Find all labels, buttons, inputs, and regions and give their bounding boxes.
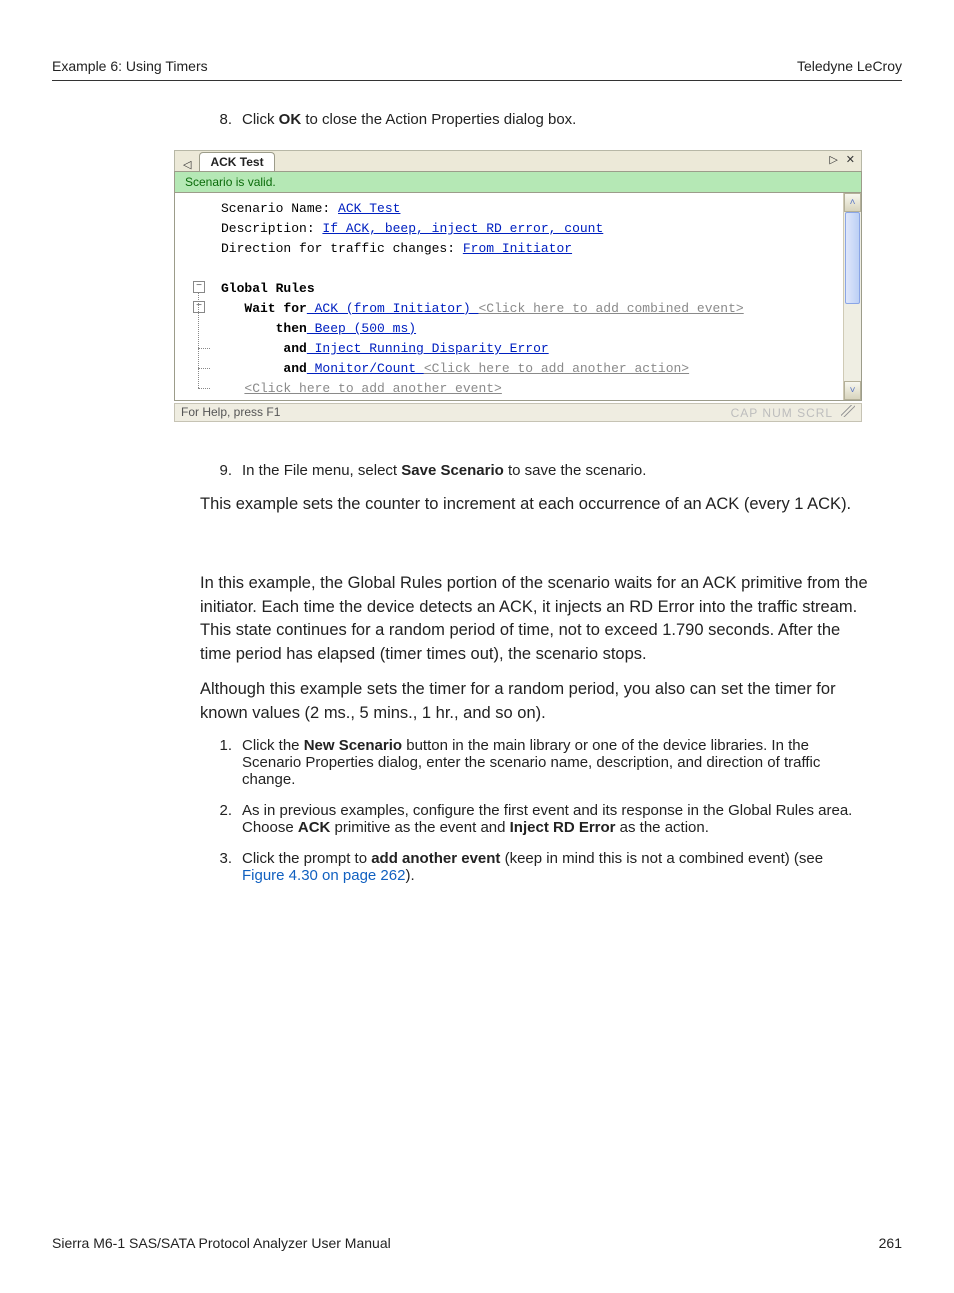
step-item: 3. Click the prompt to add another event… xyxy=(200,850,868,884)
tree-branch xyxy=(198,368,210,369)
app-status-bar: For Help, press F1 CAP NUM SCRL xyxy=(174,403,862,422)
step-text: Click the New Scenario button in the mai… xyxy=(242,737,868,788)
kw-and: and xyxy=(283,361,306,376)
add-another-event-hint[interactable]: <Click here to add another event> xyxy=(244,381,501,396)
scenario-name-link[interactable]: ACK Test xyxy=(338,201,400,216)
status-help-text: For Help, press F1 xyxy=(181,405,280,420)
action-inject-rd-link[interactable]: Inject Running Disparity Error xyxy=(307,341,549,356)
event-ack-link[interactable]: ACK (from Initiator) xyxy=(307,301,479,316)
scroll-up-icon[interactable]: ˄ xyxy=(844,193,861,212)
kw-wait-for: Wait for xyxy=(244,301,306,316)
section-global-rules: Global Rules xyxy=(221,281,315,296)
scenario-description-link[interactable]: If ACK, beep, inject RD error, count xyxy=(322,221,603,236)
fold-toggle-icon[interactable]: − xyxy=(193,281,205,293)
bold-text: OK xyxy=(279,111,302,128)
paragraph: In this example, the Global Rules portio… xyxy=(200,572,868,666)
paragraph: Although this example sets the timer for… xyxy=(200,678,868,725)
step-item: 9. In the File menu, select Save Scenari… xyxy=(200,462,868,479)
page-header: Example 6: Using Timers Teledyne LeCroy xyxy=(52,58,902,81)
kw-then: then xyxy=(276,321,307,336)
code-label: Description: xyxy=(221,221,322,236)
code-label: Direction for traffic changes: xyxy=(221,241,463,256)
step-item: 8. Click OK to close the Action Properti… xyxy=(200,111,868,128)
add-combined-event-hint[interactable]: <Click here to add combined event> xyxy=(478,301,743,316)
status-keylocks: CAP NUM SCRL xyxy=(731,405,855,420)
footer-right: 261 xyxy=(879,1235,902,1251)
step-text: In the File menu, select Save Scenario t… xyxy=(242,462,868,479)
scenario-code-area: − − Scenario Name: ACK Test Description:… xyxy=(174,193,862,401)
scroll-down-icon[interactable]: ˅ xyxy=(844,381,861,400)
panel-menu-icon[interactable]: ▷ xyxy=(829,153,837,166)
footer-left: Sierra M6-1 SAS/SATA Protocol Analyzer U… xyxy=(52,1235,391,1251)
add-another-action-hint[interactable]: <Click here to add another action> xyxy=(424,361,689,376)
vertical-scrollbar[interactable]: ˄ ˅ xyxy=(843,193,861,400)
tree-branch xyxy=(198,348,210,349)
tab-ack-test[interactable]: ACK Test xyxy=(199,152,274,171)
step-number: 2. xyxy=(200,802,242,836)
tab-scroll-left-icon[interactable]: ◁ xyxy=(179,158,195,171)
scenario-code[interactable]: Scenario Name: ACK Test Description: If … xyxy=(217,193,843,400)
header-left: Example 6: Using Timers xyxy=(52,58,208,74)
kw-and: and xyxy=(283,341,306,356)
scroll-thumb[interactable] xyxy=(845,212,860,304)
paragraph: This example sets the counter to increme… xyxy=(200,493,868,516)
text: to close the Action Properties dialog bo… xyxy=(301,111,576,128)
page-content: 8. Click OK to close the Action Properti… xyxy=(200,111,868,884)
step-number: 9. xyxy=(200,462,242,479)
tab-bar: ◁ ACK Test ▷ ✕ xyxy=(174,150,862,171)
step-text: Click the prompt to add another event (k… xyxy=(242,850,868,884)
fold-toggle-icon[interactable]: − xyxy=(193,301,205,313)
step-number: 1. xyxy=(200,737,242,788)
action-beep-link[interactable]: Beep (500 ms) xyxy=(307,321,416,336)
step-number: 8. xyxy=(200,111,242,128)
scenario-status-bar: Scenario is valid. xyxy=(174,171,862,193)
page-footer: Sierra M6-1 SAS/SATA Protocol Analyzer U… xyxy=(52,1235,902,1251)
step-item: 1. Click the New Scenario button in the … xyxy=(200,737,868,788)
panel-close-icon[interactable]: ✕ xyxy=(846,153,855,166)
tree-branch xyxy=(198,388,210,389)
step-item: 2. As in previous examples, configure th… xyxy=(200,802,868,836)
step-text: As in previous examples, configure the f… xyxy=(242,802,868,836)
header-right: Teledyne LeCroy xyxy=(797,58,902,74)
step-number: 3. xyxy=(200,850,242,884)
action-monitor-count-link[interactable]: Monitor/Count xyxy=(307,361,424,376)
resize-grip-icon[interactable] xyxy=(841,405,855,417)
tree-line xyxy=(198,292,199,388)
code-gutter: − − xyxy=(175,193,217,400)
text: Click xyxy=(242,111,279,128)
code-label: Scenario Name: xyxy=(221,201,338,216)
keylock-text: CAP NUM SCRL xyxy=(731,406,833,420)
scenario-direction-link[interactable]: From Initiator xyxy=(463,241,572,256)
step-text: Click OK to close the Action Properties … xyxy=(242,111,868,128)
scroll-track[interactable] xyxy=(844,212,861,381)
embedded-screenshot: ◁ ACK Test ▷ ✕ Scenario is valid. − − Sc… xyxy=(174,150,862,422)
